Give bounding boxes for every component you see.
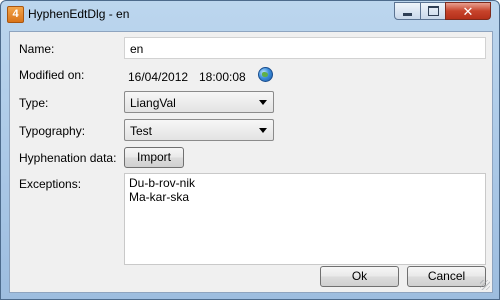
name-label: Name: — [19, 42, 55, 56]
maximize-icon — [427, 6, 439, 16]
typography-label: Typography: — [19, 124, 86, 138]
cancel-button[interactable]: Cancel — [407, 266, 486, 287]
modified-label: Modified on: — [19, 68, 85, 82]
import-button[interactable]: Import — [124, 147, 184, 168]
close-icon: ✕ — [462, 3, 474, 19]
maximize-button[interactable] — [420, 2, 446, 20]
dialog-body: Name: en Modified on: 16/04/2012 18:00:0… — [9, 31, 493, 293]
exception-line: Ma-kar-ska — [129, 190, 190, 204]
name-field-value: en — [130, 42, 144, 56]
close-button[interactable]: ✕ — [445, 2, 491, 20]
exceptions-textarea[interactable]: Du-b-rov-nik Ma-kar-ska — [124, 173, 486, 265]
modified-time: 18:00:08 — [199, 70, 246, 84]
type-select-value: LiangVal — [130, 96, 176, 110]
type-label: Type: — [19, 96, 49, 110]
resize-grip[interactable] — [480, 280, 490, 290]
modified-date: 16/04/2012 — [128, 70, 189, 84]
hyphenation-label: Hyphenation data: — [19, 151, 117, 165]
globe-icon[interactable] — [258, 67, 273, 82]
chevron-down-icon — [259, 128, 267, 133]
dialog-window: 4 HyphenEdtDlg - en ✕ Name: en Modified … — [0, 0, 500, 300]
app-icon[interactable]: 4 — [7, 6, 24, 23]
minimize-icon — [403, 12, 412, 16]
typography-select-value: Test — [130, 124, 153, 138]
name-field[interactable]: en — [124, 37, 486, 59]
chevron-down-icon — [259, 100, 267, 105]
exceptions-label: Exceptions: — [19, 177, 82, 191]
window-title: HyphenEdtDlg - en — [28, 7, 130, 21]
typography-select[interactable]: Test — [124, 119, 274, 141]
title-bar[interactable]: 4 HyphenEdtDlg - en ✕ — [1, 1, 499, 27]
exception-line: Du-b-rov-nik — [129, 176, 196, 190]
minimize-button[interactable] — [394, 2, 421, 20]
ok-button[interactable]: Ok — [320, 266, 399, 287]
type-select[interactable]: LiangVal — [124, 91, 274, 113]
